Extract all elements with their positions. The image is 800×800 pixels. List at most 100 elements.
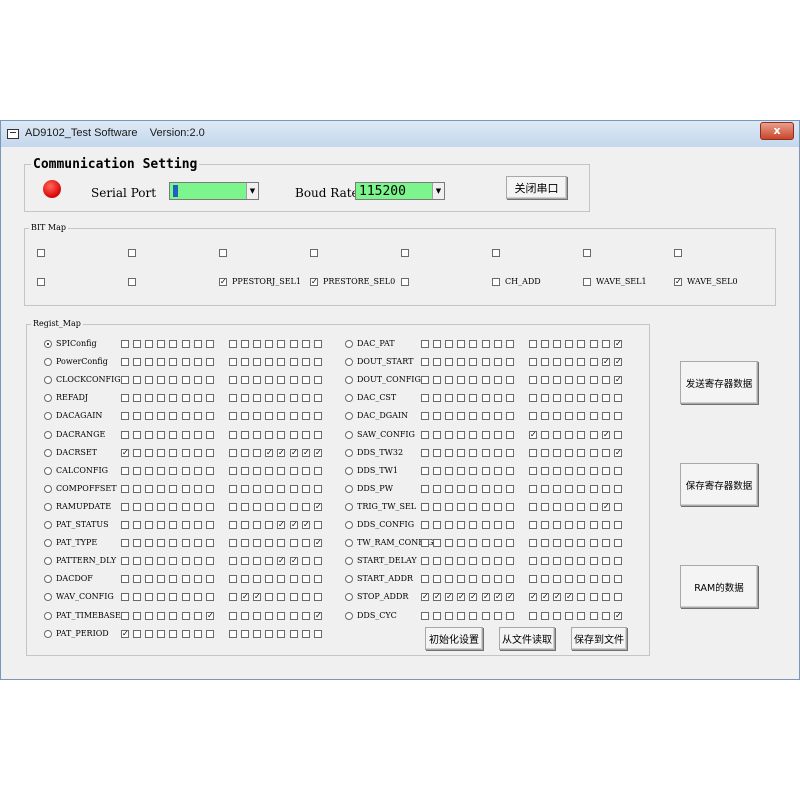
register-bit-checkbox[interactable] [590, 340, 598, 348]
register-bit-checkbox[interactable] [241, 557, 249, 565]
register-bit-checkbox[interactable] [253, 340, 261, 348]
register-bit-checkbox[interactable] [602, 376, 610, 384]
register-bit-checkbox[interactable] [277, 593, 285, 601]
register-bit-checkbox[interactable] [565, 521, 573, 529]
register-bit-checkbox[interactable] [194, 485, 202, 493]
register-radio[interactable] [345, 449, 353, 457]
register-bit-checkbox[interactable] [529, 612, 537, 620]
register-bit-checkbox[interactable] [157, 467, 165, 475]
register-bit-checkbox[interactable] [229, 467, 237, 475]
register-bit-checkbox[interactable] [253, 557, 261, 565]
register-bit-checkbox[interactable] [157, 485, 165, 493]
register-bit-checkbox[interactable] [553, 539, 561, 547]
register-bit-checkbox[interactable] [302, 358, 310, 366]
register-bit-checkbox[interactable] [457, 539, 465, 547]
bit-checkbox[interactable] [310, 249, 318, 257]
register-bit-checkbox[interactable] [506, 612, 514, 620]
register-bit-checkbox[interactable] [445, 485, 453, 493]
register-bit-checkbox[interactable] [433, 340, 441, 348]
register-bit-checkbox[interactable] [457, 449, 465, 457]
register-bit-checkbox[interactable] [206, 575, 214, 583]
register-bit-checkbox[interactable] [445, 394, 453, 402]
register-bit-checkbox[interactable] [602, 358, 610, 366]
register-bit-checkbox[interactable] [541, 485, 549, 493]
register-bit-checkbox[interactable] [553, 376, 561, 384]
register-bit-checkbox[interactable] [133, 376, 141, 384]
register-bit-checkbox[interactable] [290, 449, 298, 457]
register-bit-checkbox[interactable] [182, 376, 190, 384]
register-bit-checkbox[interactable] [133, 431, 141, 439]
register-bit-checkbox[interactable] [290, 358, 298, 366]
register-bit-checkbox[interactable] [206, 340, 214, 348]
register-bit-checkbox[interactable] [482, 340, 490, 348]
register-bit-checkbox[interactable] [482, 503, 490, 511]
register-bit-checkbox[interactable] [553, 467, 561, 475]
register-bit-checkbox[interactable] [133, 449, 141, 457]
register-bit-checkbox[interactable] [445, 412, 453, 420]
register-bit-checkbox[interactable] [421, 593, 429, 601]
register-bit-checkbox[interactable] [421, 412, 429, 420]
register-bit-checkbox[interactable] [565, 485, 573, 493]
register-bit-checkbox[interactable] [445, 593, 453, 601]
register-bit-checkbox[interactable] [169, 630, 177, 638]
register-radio[interactable] [345, 485, 353, 493]
register-radio[interactable] [44, 630, 52, 638]
register-bit-checkbox[interactable] [290, 593, 298, 601]
bit-checkbox[interactable] [37, 278, 45, 286]
register-bit-checkbox[interactable] [565, 376, 573, 384]
register-bit-checkbox[interactable] [457, 394, 465, 402]
register-bit-checkbox[interactable] [482, 449, 490, 457]
register-bit-checkbox[interactable] [290, 557, 298, 565]
register-bit-checkbox[interactable] [229, 340, 237, 348]
register-bit-checkbox[interactable] [121, 575, 129, 583]
register-bit-checkbox[interactable] [565, 539, 573, 547]
register-bit-checkbox[interactable] [290, 394, 298, 402]
register-bit-checkbox[interactable] [602, 485, 610, 493]
register-radio[interactable] [44, 394, 52, 402]
register-bit-checkbox[interactable] [529, 394, 537, 402]
register-bit-checkbox[interactable] [182, 412, 190, 420]
register-bit-checkbox[interactable] [602, 575, 610, 583]
register-bit-checkbox[interactable] [121, 612, 129, 620]
register-bit-checkbox[interactable] [121, 593, 129, 601]
register-bit-checkbox[interactable] [529, 340, 537, 348]
register-bit-checkbox[interactable] [145, 358, 153, 366]
register-bit-checkbox[interactable] [206, 412, 214, 420]
register-bit-checkbox[interactable] [590, 521, 598, 529]
register-bit-checkbox[interactable] [482, 431, 490, 439]
register-bit-checkbox[interactable] [445, 521, 453, 529]
register-bit-checkbox[interactable] [482, 575, 490, 583]
register-bit-checkbox[interactable] [529, 358, 537, 366]
register-bit-checkbox[interactable] [577, 358, 585, 366]
register-bit-checkbox[interactable] [506, 394, 514, 402]
register-bit-checkbox[interactable] [494, 539, 502, 547]
register-bit-checkbox[interactable] [553, 485, 561, 493]
register-bit-checkbox[interactable] [182, 431, 190, 439]
register-bit-checkbox[interactable] [253, 376, 261, 384]
register-bit-checkbox[interactable] [494, 503, 502, 511]
register-bit-checkbox[interactable] [482, 521, 490, 529]
register-bit-checkbox[interactable] [469, 593, 477, 601]
register-bit-checkbox[interactable] [253, 412, 261, 420]
register-bit-checkbox[interactable] [241, 503, 249, 511]
register-bit-checkbox[interactable] [541, 557, 549, 565]
register-bit-checkbox[interactable] [194, 394, 202, 402]
register-bit-checkbox[interactable] [241, 575, 249, 583]
register-bit-checkbox[interactable] [614, 376, 622, 384]
register-bit-checkbox[interactable] [265, 539, 273, 547]
register-bit-checkbox[interactable] [277, 485, 285, 493]
register-bit-checkbox[interactable] [206, 521, 214, 529]
register-bit-checkbox[interactable] [445, 340, 453, 348]
register-bit-checkbox[interactable] [169, 521, 177, 529]
register-bit-checkbox[interactable] [614, 612, 622, 620]
register-bit-checkbox[interactable] [433, 503, 441, 511]
register-bit-checkbox[interactable] [169, 485, 177, 493]
register-bit-checkbox[interactable] [529, 557, 537, 565]
register-bit-checkbox[interactable] [290, 521, 298, 529]
register-bit-checkbox[interactable] [169, 394, 177, 402]
register-bit-checkbox[interactable] [494, 575, 502, 583]
register-bit-checkbox[interactable] [590, 449, 598, 457]
register-bit-checkbox[interactable] [614, 412, 622, 420]
register-bit-checkbox[interactable] [314, 340, 322, 348]
register-bit-checkbox[interactable] [529, 412, 537, 420]
